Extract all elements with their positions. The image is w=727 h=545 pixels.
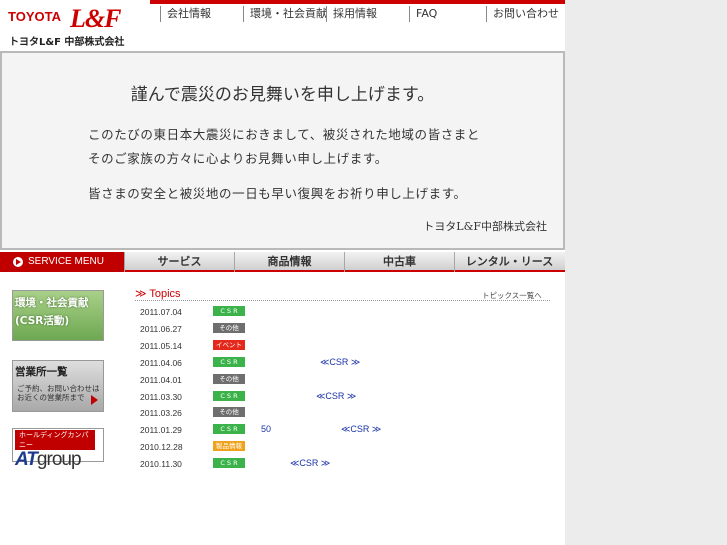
notice-paragraph-1: このたびの東日本大震災におきまして、被災された地域の皆さまと: [88, 127, 481, 142]
tab-products[interactable]: 商品情報: [234, 252, 344, 272]
topic-category-badge: C S R: [213, 356, 245, 367]
topic-row[interactable]: 2010.12.28 製品情報: [140, 440, 560, 457]
topic-date: 2011.04.01: [140, 374, 182, 385]
header-accent-line: [150, 0, 565, 4]
logo-company-name: トヨタL&F 中部株式会社: [9, 37, 125, 48]
topic-row[interactable]: 2011.03.26 その他: [140, 406, 560, 423]
topic-row[interactable]: 2010.11.30 C S R ≪CSR ≫: [140, 457, 560, 474]
at-group-logo: ATgroup: [15, 449, 82, 470]
condolence-notice: 謹んで震災のお見舞いを申し上げます。 このたびの東日本大震災におきまして、被災さ…: [0, 51, 565, 250]
topics-heading: ≫ Topics: [135, 288, 181, 300]
topic-category-badge: その他: [213, 373, 245, 384]
topic-date: 2011.04.06: [140, 357, 182, 368]
topic-link-text[interactable]: 50: [261, 424, 271, 434]
topic-row[interactable]: 2011.01.29 C S R 50 ≪CSR ≫: [140, 423, 560, 440]
service-menu-bar: SERVICE MENU サービス 商品情報 中古車 レンタル・リース: [0, 252, 565, 272]
topic-category-badge: イベント: [213, 339, 245, 350]
csr-banner-subtitle: (CSR活動): [15, 315, 70, 327]
csr-banner-title: 環境・社会貢献: [15, 297, 89, 309]
service-menu-label: SERVICE MENU: [0, 252, 124, 272]
notice-paragraph-2: そのご家族の方々に心よりお見舞い申し上げます。: [88, 151, 388, 166]
topic-category-badge: 製品情報: [213, 441, 245, 452]
topic-row[interactable]: 2011.03.30 C S R ≪CSR ≫: [140, 390, 560, 407]
nav-environment-csr[interactable]: 環境・社会貢献: [243, 6, 327, 22]
service-tabs: サービス 商品情報 中古車 レンタル・リース: [124, 252, 564, 272]
topic-category-badge: C S R: [213, 306, 245, 316]
tab-rental-lease[interactable]: レンタル・リース: [454, 252, 564, 272]
logo-lf-text: L&F: [70, 4, 121, 33]
notice-signature: トヨタL&F中部株式会社: [423, 220, 547, 233]
company-logo[interactable]: TOYOTA L&F トヨタL&F 中部株式会社: [8, 4, 124, 48]
topic-row[interactable]: 2011.04.06 C S R ≪CSR ≫: [140, 356, 560, 373]
nav-recruit[interactable]: 採用情報: [326, 6, 409, 22]
topics-divider: [135, 300, 550, 301]
topic-link-text-secondary[interactable]: ≪CSR ≫: [341, 424, 381, 435]
topic-date: 2011.03.26: [140, 408, 182, 419]
arrow-right-icon: [91, 395, 98, 405]
topic-link-text[interactable]: ≪CSR ≫: [320, 357, 360, 368]
topic-category-badge: C S R: [213, 390, 245, 401]
topic-row[interactable]: 2011.06.27 その他: [140, 322, 560, 339]
tab-service[interactable]: サービス: [124, 252, 234, 272]
topic-date: 2011.06.27: [140, 323, 182, 334]
topic-category-badge: その他: [213, 322, 245, 333]
global-nav: 会社情報 環境・社会貢献 採用情報 FAQ お問い合わせ: [160, 6, 565, 22]
office-banner-text: ご予約、お問い合わせは お近くの営業所まで: [15, 384, 103, 402]
at-group-banner[interactable]: ホールディングカンパニー ATgroup: [12, 428, 104, 470]
topic-category-badge: C S R: [213, 458, 245, 469]
office-banner-title: 営業所一覧: [15, 366, 68, 378]
logo-toyota-text: TOYOTA: [8, 9, 61, 24]
tab-used-vehicles[interactable]: 中古車: [344, 252, 454, 272]
arrow-circle-icon: [13, 257, 23, 267]
topic-row[interactable]: 2011.04.01 その他: [140, 373, 560, 390]
topic-link-text[interactable]: ≪CSR ≫: [316, 391, 356, 402]
office-banner-text-line1: ご予約、お問い合わせは: [17, 384, 100, 393]
csr-banner[interactable]: 環境・社会貢献 (CSR活動): [12, 290, 104, 341]
topic-date: 2011.01.29: [140, 425, 182, 436]
topic-date: 2011.05.14: [140, 340, 182, 351]
topic-date: 2010.11.30: [140, 459, 182, 470]
topic-date: 2011.07.04: [140, 307, 182, 317]
notice-title: 謹んで震災のお見舞いを申し上げます。: [130, 85, 435, 105]
topic-date: 2011.03.30: [140, 391, 182, 402]
right-gutter: [565, 0, 727, 545]
notice-paragraph-3: 皆さまの安全と被災地の一日も早い復興をお祈り申し上げます。: [88, 186, 467, 201]
topic-date: 2010.12.28: [140, 442, 183, 453]
topic-row[interactable]: 2011.05.14 イベント: [140, 339, 560, 356]
office-list-banner[interactable]: 営業所一覧 ご予約、お問い合わせは お近くの営業所まで: [12, 360, 104, 412]
service-menu-text: SERVICE MENU: [28, 256, 104, 267]
nav-company-info[interactable]: 会社情報: [160, 6, 243, 22]
topic-category-badge: その他: [213, 407, 245, 418]
topic-link-text[interactable]: ≪CSR ≫: [290, 458, 330, 469]
nav-faq[interactable]: FAQ: [409, 6, 486, 22]
topic-row[interactable]: 2011.07.04 C S R: [140, 305, 560, 322]
at-banner-caption: ホールディングカンパニー: [15, 430, 95, 450]
topic-category-badge: C S R: [213, 424, 245, 435]
nav-contact[interactable]: お問い合わせ: [486, 6, 565, 22]
site-header: TOYOTA L&F トヨタL&F 中部株式会社 会社情報 環境・社会貢献 採用…: [0, 0, 565, 50]
